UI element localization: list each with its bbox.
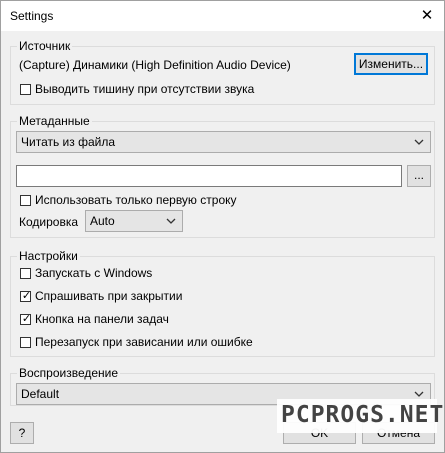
settings-group: Настройки Запускать с Windows ✓ Спрашива…: [10, 249, 435, 357]
browse-file-button[interactable]: ...: [407, 165, 431, 187]
encoding-label: Кодировка: [19, 215, 79, 229]
watermark-text: PCPROGS.NET: [281, 402, 445, 428]
settings-window: Settings ✕ Источник (Capture) Динамики (…: [0, 0, 445, 453]
encoding-select[interactable]: Auto: [85, 210, 183, 232]
chevron-down-icon: [414, 139, 424, 145]
autostart-checkbox-label[interactable]: Запускать с Windows: [35, 266, 152, 280]
help-button[interactable]: ?: [10, 422, 34, 444]
metadata-mode-select[interactable]: Читать из файла: [16, 131, 431, 153]
autostart-checkbox[interactable]: [20, 268, 31, 279]
confirm-close-checkbox[interactable]: ✓: [20, 290, 32, 302]
taskbar-button-checkbox-label[interactable]: Кнопка на панели задач: [35, 312, 169, 326]
title-bar[interactable]: Settings ✕: [1, 1, 444, 31]
playback-device-value: Default: [21, 387, 60, 401]
silence-checkbox-label[interactable]: Выводить тишину при отсутствии звука: [35, 82, 254, 96]
playback-legend: Воспроизведение: [17, 366, 121, 380]
watermark: PCPROGS.NET: [277, 399, 443, 433]
check-mark-icon: ✓: [21, 290, 32, 302]
metadata-mode-value: Читать из файла: [21, 135, 116, 149]
source-device-label: (Capture) Динамики (High Definition Audi…: [19, 58, 291, 72]
metadata-legend: Метаданные: [17, 114, 92, 128]
first-line-checkbox[interactable]: [20, 195, 31, 206]
chevron-down-icon: [166, 218, 176, 224]
restart-on-hang-checkbox[interactable]: [20, 337, 31, 348]
source-legend: Источник: [17, 39, 73, 53]
first-line-checkbox-label[interactable]: Использовать только первую строку: [35, 193, 237, 207]
close-icon[interactable]: ✕: [416, 5, 438, 27]
change-source-button[interactable]: Изменить...: [354, 53, 428, 75]
metadata-file-path-input[interactable]: [16, 165, 402, 187]
source-group: Источник (Capture) Динамики (High Defini…: [10, 39, 435, 105]
window-title: Settings: [10, 9, 54, 23]
confirm-close-checkbox-label[interactable]: Спрашивать при закрытии: [35, 289, 182, 303]
silence-checkbox[interactable]: [20, 84, 31, 95]
check-mark-icon: ✓: [21, 313, 32, 325]
taskbar-button-checkbox[interactable]: ✓: [20, 313, 32, 325]
restart-on-hang-checkbox-label[interactable]: Перезапуск при зависании или ошибке: [35, 335, 253, 349]
settings-legend: Настройки: [17, 249, 80, 263]
encoding-value: Auto: [90, 214, 115, 228]
metadata-group: Метаданные Читать из файла ... Использов…: [10, 114, 435, 238]
